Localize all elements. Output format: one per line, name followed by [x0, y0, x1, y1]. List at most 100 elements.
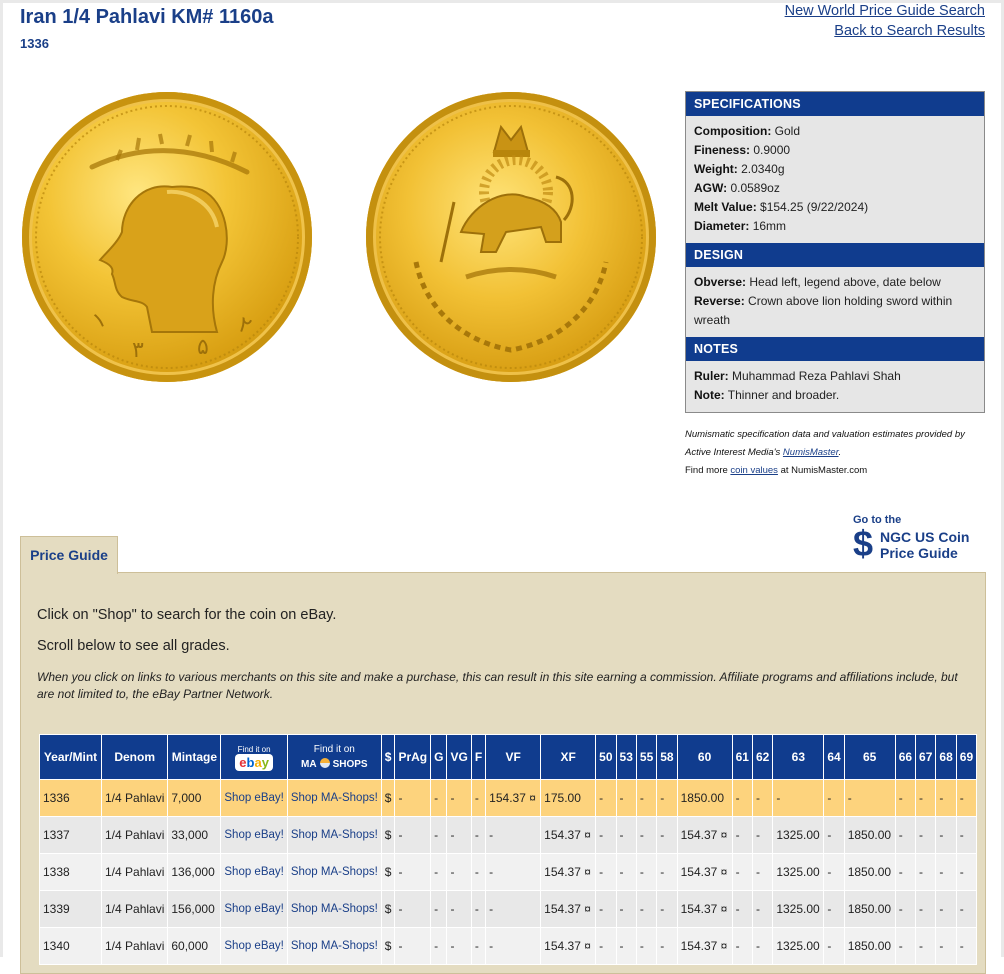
- col-55: 55: [635, 734, 658, 780]
- price-history-link[interactable]: $: [380, 853, 396, 891]
- col-vg: VG: [446, 734, 472, 780]
- cell-prag: -: [394, 779, 432, 817]
- cell-xf: 175.00: [540, 779, 597, 817]
- coin-obverse-image[interactable]: ۱ ۳ ۵ ۲: [22, 92, 312, 382]
- col-60: 60: [676, 734, 733, 780]
- cell-g: -: [430, 853, 448, 891]
- back-to-search-results-link[interactable]: Back to Search Results: [785, 21, 985, 41]
- price-guide-panel: Click on "Shop" to search for the coin o…: [20, 572, 986, 974]
- coin-reverse-image[interactable]: [366, 92, 656, 382]
- cell-g64: -: [823, 779, 845, 817]
- col-mintage: Mintage: [167, 734, 222, 780]
- spec-label: AGW:: [694, 181, 728, 195]
- cell-g60: 154.37 ¤: [676, 890, 733, 928]
- col-69: 69: [955, 734, 978, 780]
- ebay-letter: e: [239, 755, 247, 770]
- page-subtitle-year: 1336: [20, 36, 49, 51]
- cell-g61: -: [731, 890, 753, 928]
- cell-xf: 154.37 ¤: [540, 816, 597, 854]
- cell-g69: -: [955, 816, 978, 854]
- cell-f: -: [470, 779, 487, 817]
- cell-g67: -: [915, 927, 937, 965]
- table-row: 1339 1/4 Pahlavi 156,000 Shop eBay! Shop MA-…: [39, 890, 978, 928]
- cell-g62: -: [751, 890, 774, 928]
- spec-label: Reverse:: [694, 294, 745, 308]
- cell-g67: -: [915, 779, 937, 817]
- cell-g55: -: [635, 779, 658, 817]
- world-price-guide-search-link[interactable]: New World Price Guide Search: [785, 1, 985, 21]
- cell-prag: -: [394, 816, 432, 854]
- cell-vf: -: [485, 927, 542, 965]
- cell-g: -: [430, 890, 448, 928]
- price-history-link[interactable]: $: [380, 890, 396, 928]
- col-62: 62: [751, 734, 774, 780]
- shop-ebay-link[interactable]: Shop eBay!: [220, 853, 288, 891]
- ma-shops-icon: [319, 758, 330, 768]
- spec-value: Head left, legend above, date below: [749, 275, 941, 289]
- coin-values-link[interactable]: coin values: [730, 465, 778, 476]
- spec-label: Ruler:: [694, 369, 729, 383]
- cell-g: -: [430, 927, 448, 965]
- svg-text:۱: ۱: [89, 307, 110, 335]
- shop-ma-shops-link[interactable]: Shop MA-Shops!: [286, 779, 382, 817]
- cell-denom: 1/4 Pahlavi: [100, 927, 169, 965]
- ngc-price-guide-link[interactable]: Go to the $ NGC US Coin Price Guide: [853, 514, 993, 564]
- shop-ma-shops-link[interactable]: Shop MA-Shops!: [286, 816, 382, 854]
- cell-g67: -: [915, 853, 937, 891]
- cell-prag: -: [394, 890, 432, 928]
- cell-year: 1340: [39, 927, 102, 965]
- ma-logo-left: MA: [301, 759, 317, 770]
- cell-g55: -: [635, 927, 658, 965]
- cell-f: -: [470, 890, 487, 928]
- cell-g66: -: [894, 890, 917, 928]
- ebay-logo-button[interactable]: Find it on ebay: [235, 745, 273, 771]
- spec-label: Composition:: [694, 124, 772, 138]
- spec-obverse: Obverse: Head left, legend above, date b…: [694, 273, 976, 292]
- cell-g63: 1325.00: [772, 890, 825, 928]
- cell-mintage: 7,000: [167, 779, 222, 817]
- ngc-line-1: NGC US Coin: [880, 529, 970, 545]
- cell-year: 1339: [39, 890, 102, 928]
- shop-ebay-link[interactable]: Shop eBay!: [220, 816, 288, 854]
- cell-mintage: 156,000: [167, 890, 222, 928]
- numismaster-link[interactable]: NumisMaster: [783, 447, 839, 458]
- shop-ma-shops-link[interactable]: Shop MA-Shops!: [286, 853, 382, 891]
- cell-denom: 1/4 Pahlavi: [100, 816, 169, 854]
- col-g: G: [430, 734, 448, 780]
- tab-price-guide[interactable]: Price Guide: [20, 536, 118, 574]
- cell-g66: -: [894, 779, 917, 817]
- top-links: New World Price Guide Search Back to Sea…: [785, 1, 985, 41]
- price-history-link[interactable]: $: [380, 779, 396, 817]
- col-xf: XF: [540, 734, 597, 780]
- credit-line-2: Find more coin values at NumisMaster.com: [685, 465, 867, 476]
- ebay-find-label: Find it on: [237, 745, 271, 754]
- cell-f: -: [470, 927, 487, 965]
- cell-g60: 154.37 ¤: [676, 927, 733, 965]
- shop-ebay-link[interactable]: Shop eBay!: [220, 927, 288, 965]
- cell-mintage: 136,000: [167, 853, 222, 891]
- ebay-logo: ebay: [235, 754, 273, 771]
- cell-g64: -: [823, 816, 845, 854]
- table-header-row: Year/Mint Denom Mintage Find it on ebay …: [39, 734, 978, 780]
- cell-g62: -: [751, 816, 774, 854]
- cell-g68: -: [935, 927, 957, 965]
- cell-xf: 154.37 ¤: [540, 890, 597, 928]
- cell-g61: -: [731, 779, 753, 817]
- cell-g68: -: [935, 853, 957, 891]
- credit-text: .: [838, 447, 842, 458]
- price-table: Year/Mint Denom Mintage Find it on ebay …: [39, 734, 978, 965]
- shop-ma-shops-link[interactable]: Shop MA-Shops!: [286, 890, 382, 928]
- col-f: F: [470, 734, 487, 780]
- cell-mintage: 60,000: [167, 927, 222, 965]
- cell-f: -: [470, 853, 487, 891]
- dollar-icon: $: [853, 523, 874, 564]
- price-history-link[interactable]: $: [380, 816, 396, 854]
- shop-ebay-link[interactable]: Shop eBay!: [220, 890, 288, 928]
- shop-ebay-link[interactable]: Shop eBay!: [220, 779, 288, 817]
- spec-value: 0.9000: [753, 143, 791, 157]
- cell-g62: -: [751, 779, 774, 817]
- price-history-link[interactable]: $: [380, 927, 396, 965]
- shop-ma-shops-link[interactable]: Shop MA-Shops!: [286, 927, 382, 965]
- ebay-letter: y: [261, 755, 269, 770]
- cell-vg: -: [446, 816, 472, 854]
